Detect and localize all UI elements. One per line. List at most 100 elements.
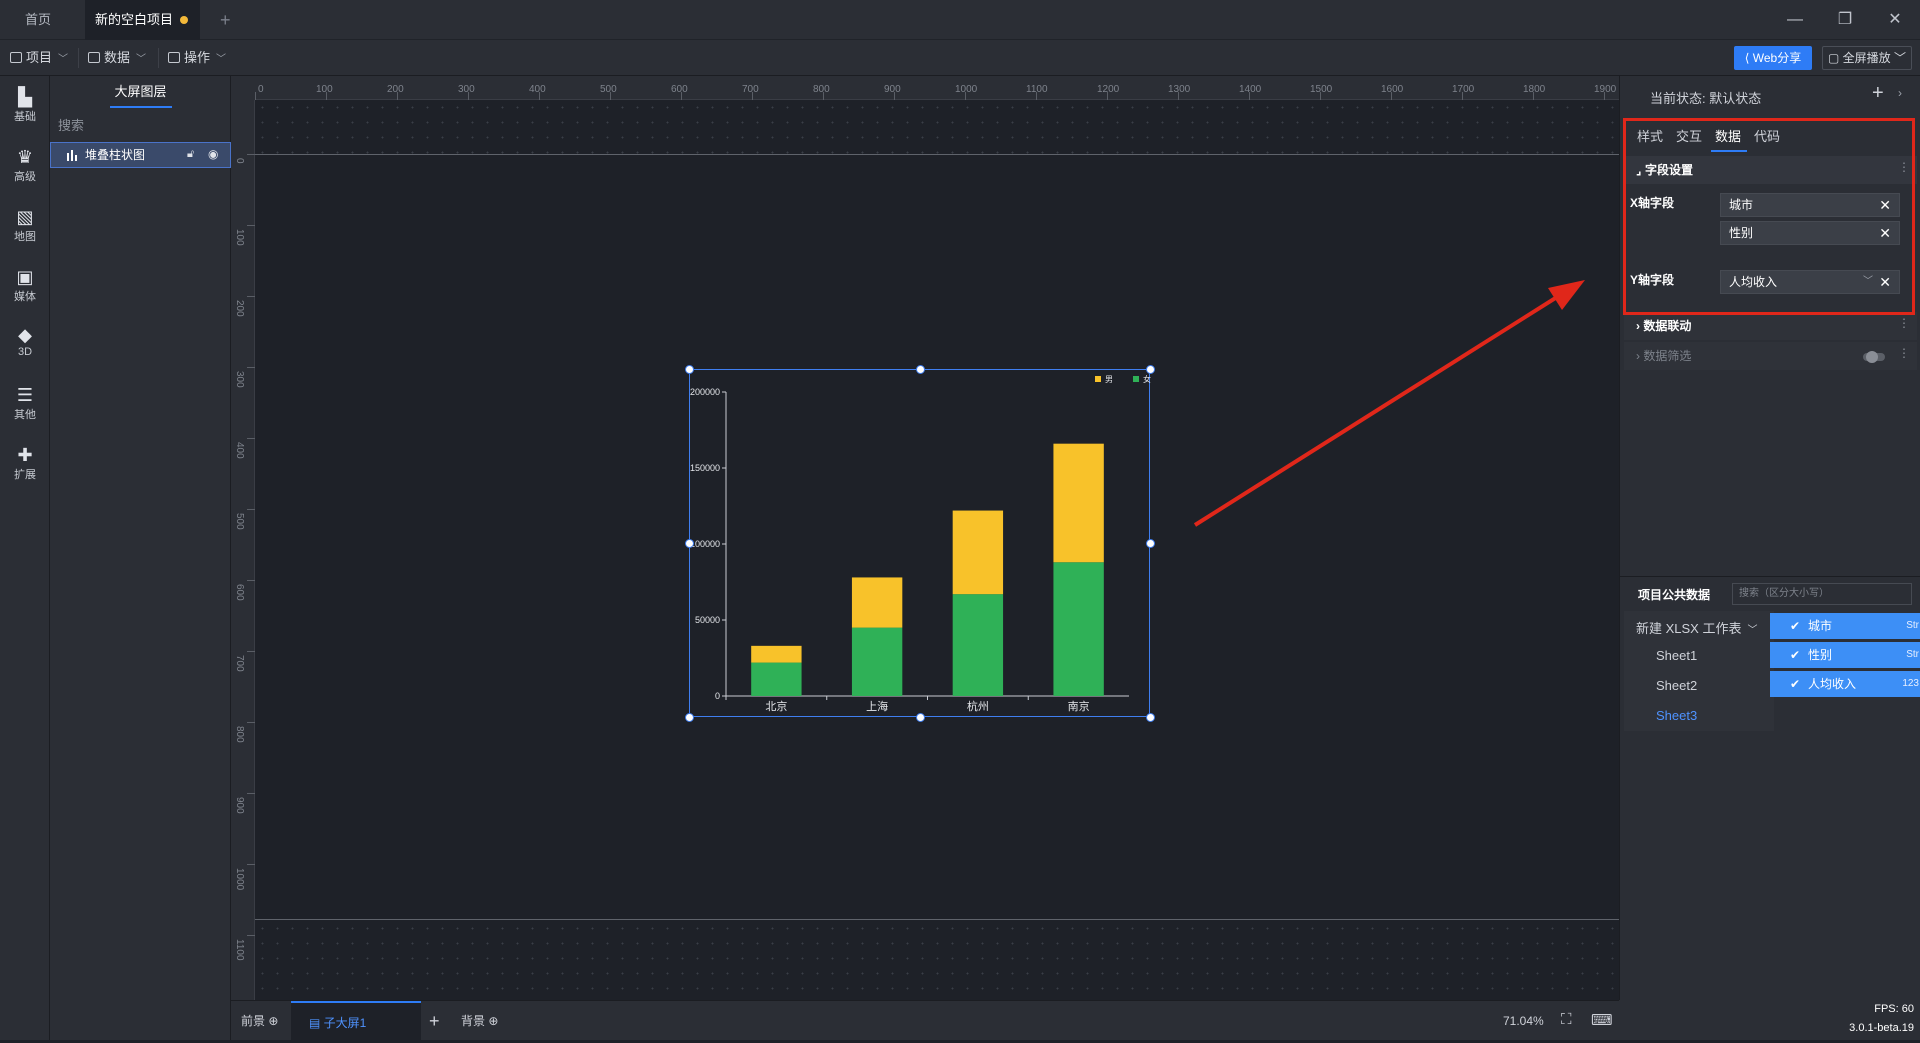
add-circle-icon[interactable]: ⊕ <box>265 1014 278 1028</box>
canvas-grid <box>255 921 1619 1000</box>
sidebar-item-other[interactable]: ☰ 其他 <box>0 384 50 422</box>
resize-handle[interactable] <box>1146 539 1155 548</box>
sidebar-item-3d[interactable]: ◆ 3D <box>0 324 50 358</box>
eye-icon[interactable]: ◉ <box>208 147 218 161</box>
bar-segment <box>851 577 903 628</box>
keyboard-icon[interactable]: ⌨ <box>1591 1011 1613 1029</box>
layer-item[interactable]: 堆叠柱状图 🔓︎ ◉ <box>50 142 231 168</box>
ruler-label: 500 <box>234 513 245 530</box>
tab-sub-screen[interactable]: ▤ 子大屏1 <box>291 1001 421 1041</box>
resize-handle[interactable] <box>685 539 694 548</box>
sidebar-item-label: 扩展 <box>14 469 36 481</box>
menu-project[interactable]: 项目 ﹀ <box>10 40 68 76</box>
chevron-down-icon: ﹀ <box>1747 625 1758 636</box>
stacked-bar-chart: 0 50000 100000 150000 200000 北京 上海 杭州 南京 男 女 <box>690 374 1151 713</box>
tab-underline <box>110 106 172 108</box>
foreground-tab[interactable]: 前景 ⊕ <box>241 1001 278 1041</box>
column-item[interactable]: ✔ 性别 Str <box>1770 642 1920 668</box>
fullscreen-button[interactable]: ▢ 全屏播放 ﹀ <box>1822 46 1912 70</box>
share-icon: ⟨ <box>1744 51 1753 65</box>
sidebar-item-media[interactable]: ▣ 媒体 <box>0 266 50 304</box>
public-data-search-input[interactable]: 搜索（区分大小写） <box>1732 583 1912 605</box>
layer-search-input[interactable]: 搜索 <box>58 114 223 138</box>
add-screen-button[interactable]: + <box>429 1001 440 1041</box>
resize-handle[interactable] <box>915 365 925 374</box>
more-icon[interactable]: ⋮ <box>1898 316 1910 330</box>
background-tab[interactable]: 背景 ⊕ <box>461 1001 498 1041</box>
sidebar-item-label: 地图 <box>14 231 36 243</box>
divider <box>158 48 159 68</box>
bottom-bar: 前景 ⊕ ▤ 子大屏1 + 背景 ⊕ 71.04% ⛶ ⌨ <box>231 1000 1619 1041</box>
web-share-button[interactable]: ⟨ Web分享 <box>1734 46 1812 70</box>
ruler-label: 400 <box>234 442 245 459</box>
chevron-right-icon[interactable]: › <box>1898 86 1902 100</box>
resize-handle[interactable] <box>685 365 694 374</box>
unlock-icon[interactable]: 🔓︎ <box>187 148 194 161</box>
sheet-item[interactable]: Sheet2 <box>1656 678 1697 693</box>
chart-selection-box[interactable]: 0 50000 100000 150000 200000 北京 上海 杭州 南京 男 女 <box>685 365 1155 722</box>
layer-item-label: 堆叠柱状图 <box>85 148 146 162</box>
highlight-box <box>1623 118 1915 315</box>
y-tick-label: 50000 <box>695 615 720 625</box>
ruler-label: 1000 <box>955 84 978 95</box>
sidebar-item-advanced[interactable]: ♛ 高级 <box>0 146 50 184</box>
foreground-label: 前景 <box>241 1014 266 1028</box>
check-icon: ✔ <box>1790 648 1801 662</box>
ruler-label: 900 <box>884 84 901 95</box>
ruler-label: 800 <box>234 726 245 743</box>
ruler-label: 0 <box>234 158 245 164</box>
ruler-label: 600 <box>671 84 688 95</box>
sidebar-item-label: 媒体 <box>14 291 36 303</box>
database-icon <box>88 52 100 63</box>
ruler-label: 1600 <box>1381 84 1404 95</box>
menu-operation[interactable]: 操作 ﹀ <box>168 40 226 76</box>
workbook-item[interactable]: 新建 XLSX 工作表 ﹀ <box>1636 618 1757 637</box>
bar-chart-icon <box>67 150 77 161</box>
bar-segment <box>851 627 903 696</box>
sidebar-item-basic[interactable]: ▙ 基础 <box>0 86 50 124</box>
more-icon[interactable]: ⋮ <box>1898 346 1910 360</box>
legend-label: 女 <box>1143 374 1151 384</box>
zoom-level: 71.04% <box>1503 1014 1544 1028</box>
ruler-label: 1000 <box>234 868 245 891</box>
resize-handle[interactable] <box>1146 365 1155 374</box>
close-button[interactable]: ✕ <box>1870 0 1920 40</box>
add-tab-button[interactable]: + <box>210 0 231 40</box>
y-tick-label: 200000 <box>690 387 720 397</box>
ruler-corner <box>231 76 255 100</box>
ruler-tick <box>247 296 255 297</box>
menu-data[interactable]: 数据 ﹀ <box>88 40 146 76</box>
ruler-tick <box>247 225 255 226</box>
component-sidebar: ▙ 基础 ♛ 高级 ▧ 地图 ▣ 媒体 ◆ 3D ☰ 其他 ✚ 扩展 <box>0 76 50 1040</box>
sidebar-item-extend[interactable]: ✚ 扩展 <box>0 444 50 482</box>
ruler-label: 1100 <box>1026 84 1048 95</box>
ruler-label: 200 <box>387 84 404 95</box>
fit-screen-icon[interactable]: ⛶ <box>1561 1011 1572 1028</box>
resize-handle[interactable] <box>685 713 694 722</box>
minimize-button[interactable]: — <box>1770 0 1820 40</box>
ruler-label: 1100 <box>234 939 245 961</box>
data-link-section[interactable]: › 数据联动 ⋮ <box>1624 312 1917 340</box>
column-item[interactable]: ✔ 城市 Str <box>1770 613 1920 639</box>
y-tick-label: 0 <box>715 691 720 701</box>
column-item[interactable]: ✔ 人均收入 123 <box>1770 671 1920 697</box>
annotation-arrow <box>1193 280 1585 527</box>
tab-home[interactable]: 首页 <box>15 0 85 40</box>
ruler-label: 700 <box>234 655 245 672</box>
section-title: › 数据联动 <box>1636 312 1691 340</box>
restore-button[interactable]: ❐ <box>1820 0 1870 40</box>
sheet-item[interactable]: Sheet1 <box>1656 648 1697 663</box>
add-circle-icon[interactable]: ⊕ <box>485 1014 498 1028</box>
x-tick-label: 杭州 <box>967 699 989 713</box>
sidebar-item-label: 其他 <box>14 409 36 421</box>
sheet-item-active[interactable]: Sheet3 <box>1656 708 1697 723</box>
resize-handle[interactable] <box>1146 713 1155 722</box>
add-state-icon[interactable]: + <box>1872 82 1884 105</box>
filter-section-label: 数据筛选 <box>1643 349 1692 363</box>
bar-segment <box>751 662 802 696</box>
bar-segment <box>751 645 802 663</box>
resize-handle[interactable] <box>915 713 925 722</box>
background-label: 背景 <box>461 1014 486 1028</box>
sidebar-item-map[interactable]: ▧ 地图 <box>0 206 50 244</box>
chevron-down-icon: ﹀ <box>136 54 147 65</box>
